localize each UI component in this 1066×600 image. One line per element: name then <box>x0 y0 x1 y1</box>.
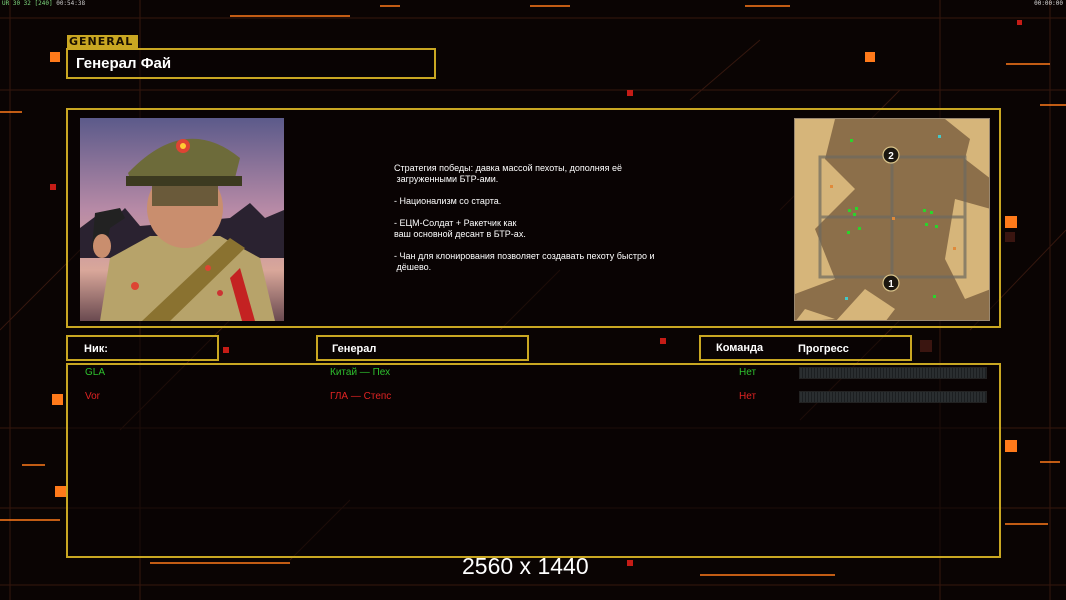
clock-readout: 00:00:00 <box>1034 0 1063 7</box>
map-preview[interactable]: 2 1 <box>794 118 990 321</box>
player-team: Нет <box>739 367 757 378</box>
strategy-description: Стратегия победы: давка массой пехоты, д… <box>394 163 655 272</box>
header-general-label: Генерал <box>332 343 377 355</box>
header-team-label: Команда <box>716 342 764 354</box>
resolution-overlay: 2560 x 1440 <box>462 553 589 579</box>
player-nick: GLA <box>85 367 106 378</box>
general-name: Генерал Фай <box>76 55 172 72</box>
player-general: ГЛА — Степс <box>330 391 392 402</box>
player-team: Нет <box>739 391 757 402</box>
general-portrait <box>80 118 284 321</box>
general-title-box: Генерал Фай <box>66 48 436 79</box>
spawn-marker-1: 1 <box>888 279 894 290</box>
header-progress-label: Прогресс <box>798 343 849 355</box>
header-nick-label: Ник: <box>84 343 108 355</box>
header-general: Генерал <box>316 335 529 361</box>
player-nick: Vor <box>85 391 101 402</box>
game-timer: 00:54:38 <box>56 0 86 7</box>
player-progress-bar <box>799 391 987 403</box>
player-progress-bar <box>799 367 987 379</box>
header-nick: Ник: <box>66 335 219 361</box>
header-team-progress: Команда Прогресс <box>699 335 912 361</box>
player-general: Китай — Пех <box>330 367 391 378</box>
stats-text: UR 30 32 [240] <box>2 0 53 7</box>
spawn-marker-2: 2 <box>888 151 894 162</box>
general-tag: GENERAL <box>67 35 138 48</box>
fps-readout: UR 30 32 [240] 00:54:38 <box>2 0 85 7</box>
